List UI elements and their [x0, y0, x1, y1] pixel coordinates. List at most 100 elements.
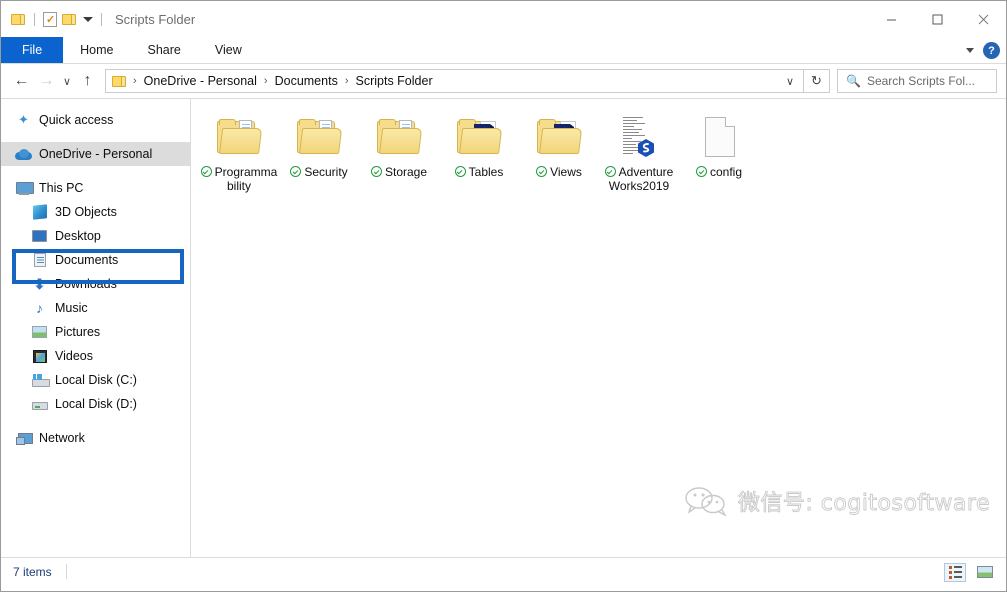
ribbon-tabs: File Home Share View ? — [1, 37, 1006, 64]
status-bar: 7 items — [1, 557, 1006, 585]
file-item[interactable]: Tables — [439, 111, 519, 207]
sidebar-item-label: Documents — [55, 253, 119, 267]
refresh-button[interactable]: ↻ — [804, 69, 830, 93]
file-item-label: Views — [520, 165, 598, 179]
file-name: Security — [304, 165, 348, 179]
file-item[interactable]: Storage — [359, 111, 439, 207]
address-bar: ← → ∨ ↑ › OneDrive - Personal › Document… — [1, 64, 1006, 98]
breadcrumb-separator: › — [133, 75, 137, 87]
sidebar-item-videos[interactable]: Videos — [1, 344, 190, 368]
videos-icon — [31, 348, 48, 365]
music-icon: ♪ — [36, 300, 43, 316]
help-button[interactable]: ? — [983, 42, 1000, 59]
sidebar-item-documents[interactable]: Documents — [1, 248, 190, 272]
sidebar-item-pictures[interactable]: Pictures — [1, 320, 190, 344]
file-item-label: Programmability — [200, 165, 278, 193]
sidebar-item-label: OneDrive - Personal — [39, 147, 153, 161]
file-item[interactable]: config — [679, 111, 759, 207]
details-view-button[interactable] — [944, 562, 966, 582]
breadcrumb-item-onedrive[interactable]: OneDrive - Personal — [139, 72, 262, 90]
breadcrumb[interactable]: › OneDrive - Personal › Documents › Scri… — [105, 69, 804, 93]
tab-file[interactable]: File — [1, 37, 64, 63]
sidebar-item-music[interactable]: ♪ Music — [1, 296, 190, 320]
tab-share[interactable]: Share — [131, 37, 198, 63]
sidebar-item-local-disk-c[interactable]: Local Disk (C:) — [1, 368, 190, 392]
breadcrumb-item-scripts-folder[interactable]: Scripts Folder — [351, 72, 438, 90]
sidebar-item-label: Pictures — [55, 325, 101, 339]
tab-home[interactable]: Home — [63, 37, 130, 63]
divider — [101, 12, 102, 26]
properties-icon[interactable]: ✓ — [43, 11, 57, 27]
desktop-icon — [31, 228, 48, 245]
large-icons-view-button[interactable] — [974, 563, 996, 582]
sidebar-item-3d-objects[interactable]: 3D Objects — [1, 200, 190, 224]
divider — [34, 12, 35, 26]
minimize-button[interactable] — [868, 1, 914, 37]
search-icon: 🔍 — [846, 74, 861, 88]
main-area: ✦ Quick access OneDrive - Personal This … — [1, 98, 1006, 557]
documents-icon — [31, 252, 48, 269]
file-name: Storage — [384, 165, 428, 179]
pictures-icon — [31, 324, 48, 341]
forward-button[interactable]: → — [34, 68, 59, 94]
up-button[interactable]: ↑ — [75, 68, 100, 94]
disk-d-icon — [31, 396, 48, 413]
sidebar-item-downloads[interactable]: ⬇ Downloads — [1, 272, 190, 296]
sidebar-item-label: Local Disk (C:) — [55, 373, 137, 387]
file-item-label: config — [680, 165, 758, 179]
file-name: Views — [550, 165, 582, 179]
divider — [65, 564, 67, 579]
back-button[interactable]: ← — [9, 68, 34, 94]
breadcrumb-list: › OneDrive - Personal › Documents › Scri… — [131, 72, 779, 90]
sync-status-icon — [200, 166, 212, 177]
folder-icon — [373, 115, 425, 161]
file-item-label: Tables — [440, 165, 518, 179]
folder-icon[interactable] — [11, 13, 26, 26]
folder-icon — [112, 75, 127, 88]
tab-view[interactable]: View — [198, 37, 259, 63]
file-item[interactable]: Security — [279, 111, 359, 207]
cloud-icon — [15, 146, 32, 163]
sidebar-item-onedrive-personal[interactable]: OneDrive - Personal — [1, 142, 190, 166]
downloads-icon: ⬇ — [33, 276, 46, 292]
file-name: AdventureWorks2019 — [608, 165, 674, 193]
quick-access-toolbar[interactable]: ✓ — [11, 11, 105, 27]
new-folder-icon[interactable] — [62, 13, 77, 26]
sidebar-item-desktop[interactable]: Desktop — [1, 224, 190, 248]
watermark: 微信号: cogitosoftware — [684, 485, 990, 517]
search-input[interactable]: Search Scripts Fol... — [867, 74, 975, 88]
recent-locations-chevron-down-icon[interactable]: ∨ — [59, 68, 75, 94]
file-item[interactable]: Views — [519, 111, 599, 207]
pc-icon — [15, 180, 34, 197]
sidebar-item-label: Music — [55, 301, 88, 315]
3d-objects-icon — [31, 204, 48, 221]
file-item[interactable]: Programmability — [199, 111, 279, 207]
maximize-button[interactable] — [914, 1, 960, 37]
sidebar-item-label: 3D Objects — [55, 205, 117, 219]
sidebar-item-label: Videos — [55, 349, 93, 363]
file-item-label: Security — [280, 165, 358, 179]
file-grid: Programmability Security Storage Tables … — [199, 111, 1006, 207]
file-list-pane[interactable]: Programmability Security Storage Tables … — [191, 99, 1006, 557]
document-icon — [693, 115, 745, 161]
file-name: Programmability — [214, 165, 278, 193]
expand-ribbon-chevron-down-icon[interactable] — [966, 48, 974, 53]
sidebar-item-label: Desktop — [55, 229, 101, 243]
file-item[interactable]: AdventureWorks2019 — [599, 111, 679, 207]
sidebar-item-local-disk-d[interactable]: Local Disk (D:) — [1, 392, 190, 416]
chevron-down-icon[interactable] — [83, 16, 93, 22]
star-icon: ✦ — [18, 112, 29, 127]
address-dropdown-chevron-down-icon[interactable]: ∨ — [779, 75, 801, 88]
sidebar-item-label: Quick access — [39, 113, 114, 127]
search-box[interactable]: 🔍 Search Scripts Fol... — [837, 69, 997, 93]
close-button[interactable] — [960, 1, 1006, 37]
title-bar: ✓ Scripts Folder — [1, 1, 1006, 37]
breadcrumb-item-documents[interactable]: Documents — [270, 72, 343, 90]
sync-status-icon — [695, 166, 707, 177]
sidebar-item-this-pc[interactable]: This PC — [1, 176, 190, 200]
sidebar-item-network[interactable]: Network — [1, 426, 190, 450]
sidebar-item-quick-access[interactable]: ✦ Quick access — [1, 108, 190, 132]
sync-status-icon — [604, 166, 616, 177]
